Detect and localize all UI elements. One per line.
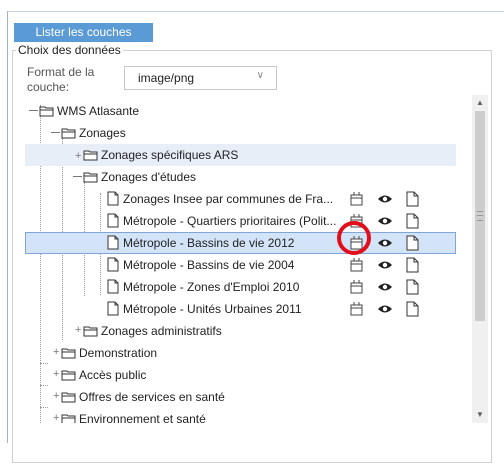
layer-row-selected[interactable]: Métropole - Bassins de vie 2012 [25, 232, 456, 254]
eye-icon[interactable] [377, 235, 393, 251]
tree-node-label: Zonages administratifs [101, 324, 222, 338]
panel-legend: Choix des données [18, 43, 121, 57]
tree-node-offres-sante[interactable]: + Offres de services en santé [25, 386, 456, 408]
add-layer-icon[interactable] [349, 191, 365, 207]
document-icon [107, 235, 119, 250]
chevron-down-icon: ∨ [256, 70, 264, 81]
document-icon [107, 301, 119, 316]
layer-row[interactable]: Zonages Insee par communes de Fra... [25, 188, 456, 210]
tree-node-root[interactable]: WMS Atlasante [25, 100, 456, 122]
document-icon[interactable] [405, 191, 421, 207]
collapse-icon[interactable] [73, 176, 82, 177]
expand-icon[interactable]: + [75, 150, 81, 162]
document-icon[interactable] [405, 235, 421, 251]
top-divider [7, 11, 504, 12]
layer-row[interactable]: Métropole - Unités Urbaines 2011 [25, 298, 456, 320]
add-layer-icon[interactable] [349, 301, 365, 317]
collapse-icon[interactable] [29, 110, 38, 111]
expand-icon[interactable]: + [53, 390, 59, 402]
tree-node-label: Demonstration [79, 346, 158, 360]
document-icon [107, 213, 119, 228]
folder-icon [61, 348, 76, 359]
layer-tree: WMS Atlasante Zonages + Zonages spécifiq… [25, 95, 472, 423]
document-icon [107, 191, 119, 206]
add-layer-icon[interactable] [349, 257, 365, 273]
expand-icon[interactable]: + [53, 368, 59, 380]
expand-icon[interactable]: + [53, 346, 59, 358]
eye-icon[interactable] [377, 301, 393, 317]
document-icon [107, 257, 119, 272]
folder-icon [83, 150, 98, 161]
layer-row[interactable]: Métropole - Quartiers prioritaires (Poli… [25, 210, 456, 232]
document-icon[interactable] [405, 279, 421, 295]
eye-icon[interactable] [377, 257, 393, 273]
layer-name: Métropole - Unités Urbaines 2011 [123, 302, 302, 316]
folder-open-icon [61, 128, 76, 139]
left-border [7, 11, 8, 443]
expand-icon[interactable]: + [75, 324, 81, 336]
document-icon [107, 279, 119, 294]
collapse-icon[interactable] [51, 132, 60, 133]
format-select[interactable]: image/png ∨ [124, 66, 277, 90]
grip-icon [477, 211, 483, 221]
document-icon[interactable] [405, 301, 421, 317]
tree-node-acces-public[interactable]: + Accès public [25, 364, 456, 386]
tree-node-label: Zonages [79, 126, 126, 140]
tree-node-label: Zonages spécifiques ARS [101, 148, 239, 162]
tree-node-label: WMS Atlasante [57, 104, 140, 118]
tree-node-label: Zonages d'études [101, 170, 197, 184]
folder-icon [61, 392, 76, 403]
document-icon[interactable] [405, 257, 421, 273]
layer-name: Zonages Insee par communes de Fra... [123, 192, 334, 206]
folder-icon [61, 370, 76, 381]
layer-row[interactable]: Métropole - Zones d'Emploi 2010 [25, 276, 456, 298]
tree-node-label: Environnement et santé [79, 412, 206, 423]
scroll-up-arrow-icon[interactable]: ▲ [472, 95, 488, 111]
tree-node-environnement[interactable]: + Environnement et santé [25, 408, 456, 423]
folder-icon [83, 326, 98, 337]
eye-icon[interactable] [377, 191, 393, 207]
folder-icon [61, 414, 76, 423]
folder-open-icon [83, 172, 98, 183]
tree-node-zonages[interactable]: Zonages [25, 122, 456, 144]
format-label: Format de la couche: [27, 65, 95, 94]
expand-icon[interactable]: + [53, 412, 59, 423]
scroll-down-arrow-icon[interactable]: ▼ [472, 407, 488, 423]
tree-node-label: Accès public [79, 368, 147, 382]
add-layer-icon[interactable] [349, 279, 365, 295]
layer-name: Métropole - Zones d'Emploi 2010 [123, 280, 300, 294]
folder-open-icon [39, 106, 54, 117]
layer-row[interactable]: Métropole - Bassins de vie 2004 [25, 254, 456, 276]
scrollbar-thumb[interactable] [475, 111, 485, 321]
document-icon[interactable] [405, 213, 421, 229]
eye-icon[interactable] [377, 279, 393, 295]
tree-node-label: Offres de services en santé [79, 390, 225, 404]
tree-node-zonages-admin[interactable]: + Zonages administratifs [25, 320, 456, 342]
highlight-circle [337, 221, 371, 255]
format-select-value: image/png [138, 71, 195, 85]
layer-name: Métropole - Bassins de vie 2004 [123, 258, 295, 272]
tree-node-zonages-ars[interactable]: + Zonages spécifiques ARS [25, 144, 456, 166]
list-layers-button[interactable]: Lister les couches [14, 23, 153, 42]
tree-scrollbar[interactable]: ▲ ▼ [472, 95, 488, 423]
layer-name: Métropole - Quartiers prioritaires (Poli… [123, 214, 337, 228]
tree-node-zonages-etudes[interactable]: Zonages d'études [25, 166, 456, 188]
tree-node-demonstration[interactable]: + Demonstration [25, 342, 456, 364]
eye-icon[interactable] [377, 213, 393, 229]
layer-name: Métropole - Bassins de vie 2012 [123, 236, 295, 250]
